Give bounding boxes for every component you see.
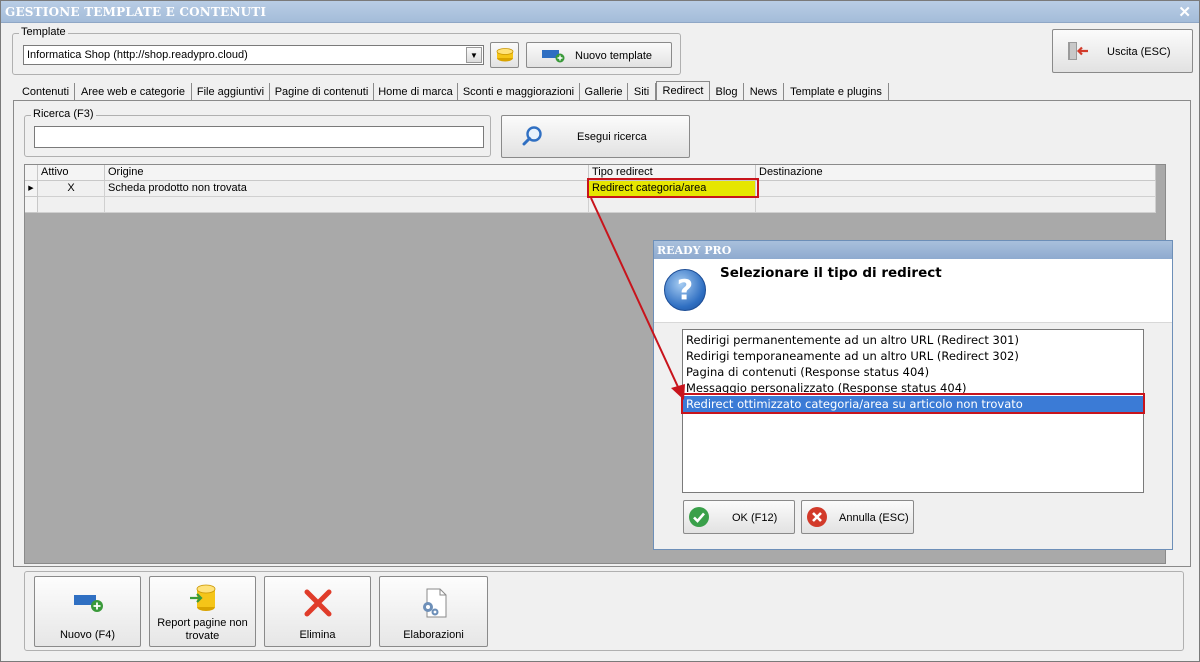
tab-siti[interactable]: Siti <box>628 83 656 101</box>
tab-blog[interactable]: Blog <box>710 83 744 101</box>
gear-document-icon <box>422 588 446 618</box>
tab-pagine-contenuti[interactable]: Pagine di contenuti <box>270 83 374 101</box>
template-select[interactable]: Informatica Shop (http://shop.readypro.c… <box>23 45 484 65</box>
template-select-value: Informatica Shop (http://shop.readypro.c… <box>27 49 248 61</box>
redirect-type-dialog: READY PRO ? Selezionare il tipo di redir… <box>653 240 1173 550</box>
dialog-heading: Selezionare il tipo di redirect <box>720 265 942 281</box>
report-button-label: Report pagine non <box>157 617 248 629</box>
bottom-toolbar: Nuovo (F4) Report pagine non trovate Eli… <box>24 571 1184 651</box>
annotation-box-option <box>681 393 1145 414</box>
tab-sconti[interactable]: Sconti e maggiorazioni <box>458 83 580 101</box>
cancel-button[interactable]: Annulla (ESC) <box>801 500 914 534</box>
title-bar: GESTIONE TEMPLATE E CONTENUTI ✕ <box>1 1 1199 23</box>
delete-button-label: Elimina <box>299 629 336 641</box>
open-template-button[interactable] <box>490 42 519 68</box>
tab-gallerie[interactable]: Gallerie <box>580 83 628 101</box>
list-item[interactable]: Redirigi permanentemente ad un altro URL… <box>683 332 1143 348</box>
report-button-label-2: trovate <box>185 630 220 642</box>
search-button[interactable]: Esegui ricerca <box>501 115 690 158</box>
list-item[interactable]: Pagina di contenuti (Response status 404… <box>683 364 1143 380</box>
dialog-header: ? Selezionare il tipo di redirect <box>654 259 1172 323</box>
cell-attivo[interactable]: X <box>38 181 105 197</box>
grid-corner <box>25 165 38 181</box>
ok-button[interactable]: OK (F12) <box>683 500 795 534</box>
new-button-label: Nuovo (F4) <box>59 629 116 641</box>
col-attivo[interactable]: Attivo <box>38 165 105 181</box>
new-row-cell[interactable] <box>38 197 105 213</box>
tab-contenuti[interactable]: Contenuti <box>17 83 75 101</box>
template-legend: Template <box>19 26 68 38</box>
tab-template-plugins[interactable]: Template e plugins <box>784 83 889 101</box>
dialog-title-bar: READY PRO <box>654 241 1172 259</box>
exit-label: Uscita (ESC) <box>1107 46 1171 58</box>
annotation-box-cell <box>587 178 759 198</box>
question-icon: ? <box>664 269 706 311</box>
report-button[interactable]: Report pagine non trovate <box>149 576 256 647</box>
cancel-icon <box>807 507 827 527</box>
cell-destinazione[interactable] <box>756 181 1156 197</box>
search-legend: Ricerca (F3) <box>31 108 96 120</box>
main-window: GESTIONE TEMPLATE E CONTENUTI ✕ Template… <box>0 0 1200 662</box>
new-row-cell[interactable] <box>105 197 589 213</box>
list-item[interactable]: Redirigi temporaneamente ad un altro URL… <box>683 348 1143 364</box>
search-button-label: Esegui ricerca <box>577 131 647 143</box>
tab-home-marca[interactable]: Home di marca <box>374 83 458 101</box>
add-record-icon <box>73 595 103 612</box>
new-row-cell[interactable] <box>589 197 756 213</box>
col-origine[interactable]: Origine <box>105 165 589 181</box>
delete-x-icon <box>304 589 331 617</box>
tab-redirect[interactable]: Redirect <box>656 81 710 101</box>
database-export-icon <box>189 584 215 611</box>
exit-button[interactable]: Uscita (ESC) <box>1052 29 1193 73</box>
processing-button[interactable]: Elaborazioni <box>379 576 488 647</box>
tab-news[interactable]: News <box>744 83 784 101</box>
add-template-icon <box>542 50 565 63</box>
cell-origine[interactable]: Scheda prodotto non trovata <box>105 181 589 197</box>
new-row-cell[interactable] <box>756 197 1156 213</box>
new-template-button[interactable]: Nuovo template <box>526 42 672 68</box>
cancel-label: Annulla (ESC) <box>839 512 909 524</box>
check-icon <box>689 507 709 527</box>
dialog-title: READY PRO <box>657 244 732 257</box>
col-destinazione[interactable]: Destinazione <box>756 165 1156 181</box>
row-indicator[interactable]: ▶ <box>25 181 38 197</box>
window-title: GESTIONE TEMPLATE E CONTENUTI <box>5 5 267 19</box>
new-row-indicator[interactable] <box>25 197 38 213</box>
chevron-down-icon[interactable]: ▼ <box>466 47 482 63</box>
exit-door-icon <box>1068 42 1088 60</box>
new-template-label: Nuovo template <box>575 50 653 62</box>
ok-label: OK (F12) <box>732 512 778 524</box>
folder-icon <box>496 48 514 62</box>
magnifier-icon <box>522 126 542 146</box>
new-button[interactable]: Nuovo (F4) <box>34 576 141 647</box>
close-icon[interactable]: ✕ <box>1178 3 1191 21</box>
delete-button[interactable]: Elimina <box>264 576 371 647</box>
processing-button-label: Elaborazioni <box>403 629 464 641</box>
tab-aree-web[interactable]: Aree web e categorie <box>75 83 192 101</box>
search-input[interactable] <box>34 126 484 148</box>
tab-file-aggiuntivi[interactable]: File aggiuntivi <box>192 83 270 101</box>
